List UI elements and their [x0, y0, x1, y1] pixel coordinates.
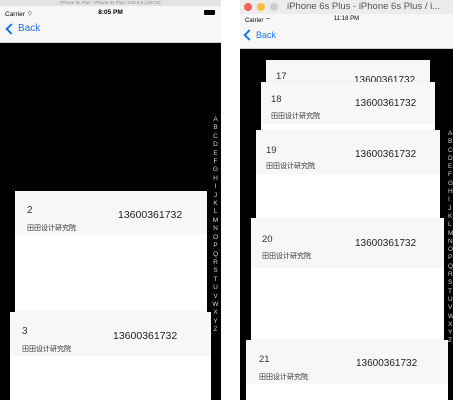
card-number: 19 [266, 145, 277, 156]
index-letter[interactable]: M [448, 230, 453, 238]
close-icon[interactable] [244, 3, 252, 11]
card-phone: 13600361732 [355, 98, 417, 109]
index-letter[interactable]: X [211, 309, 220, 317]
contact-card[interactable]: 3 13600361732 田田设计研究院 [10, 312, 211, 400]
index-letter[interactable]: J [448, 205, 453, 213]
index-letter[interactable]: F [448, 171, 453, 179]
card-phone: 13600361732 [355, 238, 417, 249]
card-org: 田田设计研究院 [271, 113, 320, 120]
index-letter[interactable]: Z [448, 337, 453, 345]
index-letter[interactable]: T [448, 288, 453, 296]
left-status-bar: Carrier ⌔ 8:05 PM [0, 6, 221, 20]
index-letter[interactable]: F [211, 158, 220, 166]
contact-card[interactable]: 21 13600361732 田田设计研究院 [246, 340, 448, 400]
chevron-left-icon [5, 22, 17, 35]
card-phone: 13600361732 [356, 358, 418, 369]
index-letter[interactable]: B [211, 124, 220, 132]
back-label: Back [18, 23, 41, 34]
index-letter[interactable]: O [211, 234, 220, 242]
card-number: 17 [276, 71, 287, 82]
index-letter[interactable]: R [211, 259, 220, 267]
index-letter[interactable]: Z [211, 326, 220, 334]
index-letter[interactable]: N [448, 238, 453, 246]
index-letter[interactable]: A [211, 116, 220, 124]
right-status-bar: Carrier ⌔ 11:18 PM [240, 14, 453, 26]
index-letter[interactable]: X [448, 321, 453, 329]
index-letter[interactable]: Y [448, 329, 453, 337]
index-letter[interactable]: R [448, 271, 453, 279]
index-letter[interactable]: N [211, 225, 220, 233]
back-button[interactable]: Back [5, 22, 41, 35]
battery-icon [204, 10, 215, 15]
card-number: 20 [262, 234, 273, 245]
back-label: Back [256, 30, 277, 40]
index-letter[interactable]: Y [211, 318, 220, 326]
contact-card[interactable]: 19 13600361732 田田设计研究院 [256, 130, 440, 225]
index-letter[interactable]: W [211, 301, 220, 309]
index-letter[interactable]: W [448, 313, 453, 321]
index-letter[interactable]: P [448, 254, 453, 262]
card-org: 田田设计研究院 [262, 253, 311, 260]
index-letter[interactable]: U [448, 296, 453, 304]
index-letter[interactable]: J [211, 192, 220, 200]
index-letter[interactable]: Q [448, 263, 453, 271]
index-letter[interactable]: K [211, 200, 220, 208]
index-letter[interactable]: C [211, 133, 220, 141]
card-number: 2 [27, 205, 33, 216]
card-org: 田田设计研究院 [27, 225, 76, 232]
index-letter[interactable]: G [448, 180, 453, 188]
index-letter[interactable]: H [211, 175, 220, 183]
index-letter[interactable]: K [448, 213, 453, 221]
right-window-titlebar: iPhone 6s Plus - iPhone 6s Plus / i... [240, 0, 453, 14]
section-index[interactable]: ABCDEFGHIJKLMNOPQRSTUVWXYZ [211, 116, 220, 335]
card-number: 18 [271, 94, 282, 105]
right-simulator: iPhone 6s Plus - iPhone 6s Plus / i... C… [240, 0, 453, 400]
right-navigation-bar: Back [240, 26, 453, 49]
index-letter[interactable]: V [448, 304, 453, 312]
index-letter[interactable]: U [211, 284, 220, 292]
index-letter[interactable]: D [448, 155, 453, 163]
contact-card[interactable]: 20 13600361732 田田设计研究院 [251, 218, 444, 358]
card-number: 3 [22, 326, 28, 337]
index-letter[interactable]: I [448, 196, 453, 204]
index-letter[interactable]: S [211, 267, 220, 275]
status-time: 8:05 PM [98, 9, 123, 16]
index-letter[interactable]: L [448, 221, 453, 229]
index-letter[interactable]: C [448, 147, 453, 155]
contact-card[interactable]: 2 13600361732 田田设计研究院 [15, 191, 207, 326]
card-org: 田田设计研究院 [266, 163, 315, 170]
right-window-title: iPhone 6s Plus - iPhone 6s Plus / i... [287, 1, 441, 12]
index-letter[interactable]: S [448, 279, 453, 287]
index-letter[interactable]: B [448, 138, 453, 146]
index-letter[interactable]: D [211, 141, 220, 149]
index-letter[interactable]: P [211, 242, 220, 250]
zoom-icon[interactable] [270, 3, 278, 11]
index-letter[interactable]: L [211, 208, 220, 216]
left-navigation-bar: Back [0, 20, 221, 43]
chevron-left-icon [243, 29, 255, 41]
index-letter[interactable]: E [448, 163, 453, 171]
card-org: 田田设计研究院 [259, 374, 308, 381]
card-number: 21 [259, 354, 270, 365]
section-index[interactable]: ABCDEFGHIJKLMNOPQRSTUVWXYZ [448, 130, 453, 346]
left-simulator: iPhone 6s Plus - iPhone 6s Plus / iOS 9.… [0, 0, 221, 400]
index-letter[interactable]: V [211, 293, 220, 301]
index-letter[interactable]: A [448, 130, 453, 138]
minimize-icon[interactable] [257, 3, 265, 11]
index-letter[interactable]: Q [211, 251, 220, 259]
index-letter[interactable]: G [211, 166, 220, 174]
card-phone: 13600361732 [113, 330, 178, 342]
card-phone: 13600361732 [118, 209, 183, 221]
index-letter[interactable]: M [211, 217, 220, 225]
index-letter[interactable]: E [211, 150, 220, 158]
status-time: 11:18 PM [333, 16, 360, 22]
index-letter[interactable]: I [211, 183, 220, 191]
index-letter[interactable]: O [448, 246, 453, 254]
card-org: 田田设计研究院 [22, 346, 71, 353]
back-button[interactable]: Back [243, 29, 277, 41]
index-letter[interactable]: T [211, 276, 220, 284]
index-letter[interactable]: H [448, 188, 453, 196]
card-phone: 13600361732 [355, 149, 417, 160]
